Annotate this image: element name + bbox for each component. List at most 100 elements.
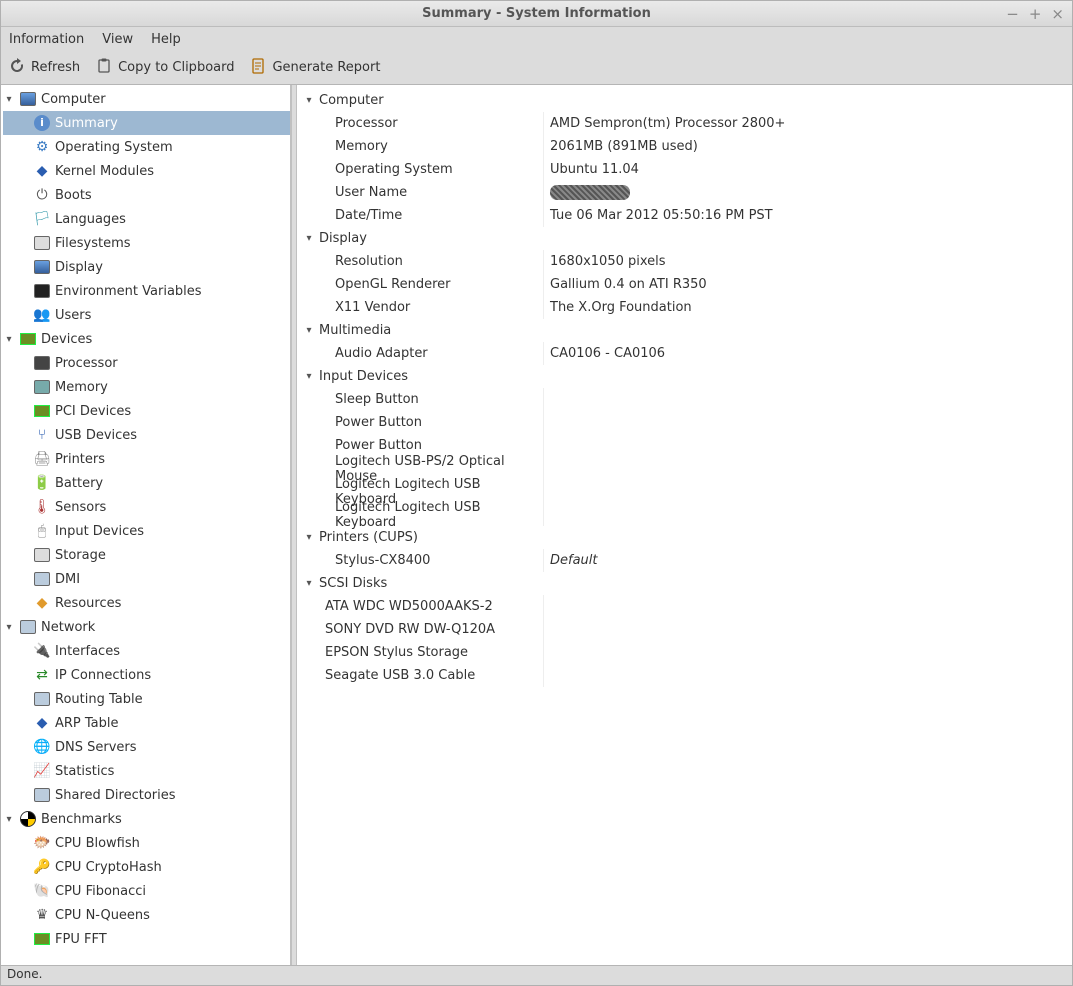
tree-item-statistics[interactable]: 📈Statistics <box>3 759 290 783</box>
tree-item-pci-devices[interactable]: PCI Devices <box>3 399 290 423</box>
section-header[interactable]: ▾Multimedia <box>303 319 1068 342</box>
property-value <box>543 434 1068 457</box>
tree-item-storage[interactable]: Storage <box>3 543 290 567</box>
tree-item-ip-connections[interactable]: ⇄IP Connections <box>3 663 290 687</box>
tree-item-label: Computer <box>41 92 106 107</box>
tree-item-cpu-n-queens[interactable]: ♛CPU N-Queens <box>3 903 290 927</box>
expand-arrow-icon[interactable]: ▾ <box>303 532 315 543</box>
expand-arrow-icon[interactable]: ▾ <box>3 622 15 633</box>
property-row[interactable]: X11 VendorThe X.Org Foundation <box>303 296 1068 319</box>
property-key: Stylus-CX8400 <box>303 553 543 568</box>
property-key: Logitech Logitech USB Keyboard <box>303 500 543 530</box>
sidebar[interactable]: ▾ Computer iSummary⚙Operating System◆Kerne… <box>1 85 291 965</box>
tree-item-interfaces[interactable]: 🔌Interfaces <box>3 639 290 663</box>
tree-item-boots[interactable]: ⏻Boots <box>3 183 290 207</box>
battery-icon: 🔋 <box>33 474 51 492</box>
tree-item-processor[interactable]: Processor <box>3 351 290 375</box>
refresh-button[interactable]: Refresh <box>9 58 80 78</box>
expand-arrow-icon[interactable]: ▾ <box>3 814 15 825</box>
tree-item-users[interactable]: 👥Users <box>3 303 290 327</box>
tree-item-input-devices[interactable]: 🖱Input Devices <box>3 519 290 543</box>
property-row[interactable]: User Name <box>303 181 1068 204</box>
expand-arrow-icon[interactable]: ▾ <box>303 371 315 382</box>
section-header[interactable]: ▾Computer <box>303 89 1068 112</box>
menu-information[interactable]: Information <box>9 32 84 47</box>
section-header[interactable]: ▾SCSI Disks <box>303 572 1068 595</box>
expand-arrow-icon[interactable]: ▾ <box>303 325 315 336</box>
tree-item-label: PCI Devices <box>55 404 131 419</box>
section-header[interactable]: ▾Display <box>303 227 1068 250</box>
tree-item-kernel-modules[interactable]: ◆Kernel Modules <box>3 159 290 183</box>
property-value: Gallium 0.4 on ATI R350 <box>543 273 1068 296</box>
tree-item-arp-table[interactable]: ◆ARP Table <box>3 711 290 735</box>
tree-item-label: DNS Servers <box>55 740 137 755</box>
section-header[interactable]: ▾Input Devices <box>303 365 1068 388</box>
property-key: Power Button <box>303 438 543 453</box>
tree-item-label: Memory <box>55 380 108 395</box>
tree-item-fpu-fft[interactable]: FPU FFT <box>3 927 290 951</box>
tree-item-label: Interfaces <box>55 644 120 659</box>
property-row[interactable]: SONY DVD RW DW-Q120A <box>303 618 1068 641</box>
property-row[interactable]: ATA WDC WD5000AAKS-2 <box>303 595 1068 618</box>
benchmarks-icon <box>19 810 37 828</box>
tree-item-environment-variables[interactable]: Environment Variables <box>3 279 290 303</box>
tree-item-operating-system[interactable]: ⚙Operating System <box>3 135 290 159</box>
tree-item-resources[interactable]: ◆Resources <box>3 591 290 615</box>
section-header[interactable]: ▾Printers (CUPS) <box>303 526 1068 549</box>
property-key: Sleep Button <box>303 392 543 407</box>
tree-item-memory[interactable]: Memory <box>3 375 290 399</box>
copy-button[interactable]: Copy to Clipboard <box>96 58 234 78</box>
tree-item-dns-servers[interactable]: 🌐DNS Servers <box>3 735 290 759</box>
stats-icon: 📈 <box>33 762 51 780</box>
tree-item-shared-directories[interactable]: Shared Directories <box>3 783 290 807</box>
property-row[interactable]: Operating SystemUbuntu 11.04 <box>303 158 1068 181</box>
tree-item-cpu-fibonacci[interactable]: 🐚CPU Fibonacci <box>3 879 290 903</box>
tree-item-display[interactable]: Display <box>3 255 290 279</box>
expand-arrow-icon[interactable]: ▾ <box>303 578 315 589</box>
tree-item-filesystems[interactable]: Filesystems <box>3 231 290 255</box>
property-row[interactable]: Stylus-CX8400Default <box>303 549 1068 572</box>
tree-item-cpu-blowfish[interactable]: 🐡CPU Blowfish <box>3 831 290 855</box>
property-row[interactable]: EPSON Stylus Storage <box>303 641 1068 664</box>
tree-item-dmi[interactable]: DMI <box>3 567 290 591</box>
property-row[interactable]: Resolution1680x1050 pixels <box>303 250 1068 273</box>
tree-item-computer[interactable]: ▾ Computer <box>3 87 290 111</box>
property-row[interactable]: Sleep Button <box>303 388 1068 411</box>
minimize-icon[interactable]: − <box>1006 5 1019 23</box>
menu-view[interactable]: View <box>102 32 133 47</box>
property-row[interactable]: ProcessorAMD Sempron(tm) Processor 2800+ <box>303 112 1068 135</box>
tree-item-printers[interactable]: 🖨Printers <box>3 447 290 471</box>
expand-arrow-icon[interactable]: ▾ <box>303 233 315 244</box>
tree-item-languages[interactable]: 🏳Languages <box>3 207 290 231</box>
tree-item-label: Network <box>41 620 95 635</box>
tree-item-devices[interactable]: ▾Devices <box>3 327 290 351</box>
property-row[interactable]: Power Button <box>303 411 1068 434</box>
tree-item-summary[interactable]: iSummary <box>3 111 290 135</box>
expand-arrow-icon[interactable]: ▾ <box>3 334 15 345</box>
property-row[interactable]: Logitech Logitech USB Keyboard <box>303 503 1068 526</box>
menu-help[interactable]: Help <box>151 32 181 47</box>
property-row[interactable]: Date/TimeTue 06 Mar 2012 05:50:16 PM PST <box>303 204 1068 227</box>
tree-item-network[interactable]: ▾ Network <box>3 615 290 639</box>
tree-item-usb-devices[interactable]: ⑂USB Devices <box>3 423 290 447</box>
tree-item-battery[interactable]: 🔋Battery <box>3 471 290 495</box>
tree-item-benchmarks[interactable]: ▾Benchmarks <box>3 807 290 831</box>
close-icon[interactable]: × <box>1051 5 1064 23</box>
property-row[interactable]: Audio AdapterCA0106 - CA0106 <box>303 342 1068 365</box>
property-row[interactable]: Memory2061MB (891MB used) <box>303 135 1068 158</box>
tree-item-label: Printers <box>55 452 105 467</box>
tree-item-routing-table[interactable]: Routing Table <box>3 687 290 711</box>
property-value: Ubuntu 11.04 <box>543 158 1068 181</box>
expand-arrow-icon[interactable]: ▾ <box>303 95 315 106</box>
tree-item-label: Sensors <box>55 500 106 515</box>
tree-item-sensors[interactable]: 🌡Sensors <box>3 495 290 519</box>
property-row[interactable]: OpenGL RendererGallium 0.4 on ATI R350 <box>303 273 1068 296</box>
maximize-icon[interactable]: + <box>1029 5 1042 23</box>
tree-item-cpu-cryptohash[interactable]: 🔑CPU CryptoHash <box>3 855 290 879</box>
property-row[interactable]: Seagate USB 3.0 Cable <box>303 664 1068 687</box>
tree-item-label: Filesystems <box>55 236 131 251</box>
expand-arrow-icon[interactable]: ▾ <box>3 94 15 105</box>
detail-pane[interactable]: ▾ComputerProcessorAMD Sempron(tm) Proces… <box>297 85 1072 965</box>
titlebar: Summary - System Information − + × <box>1 1 1072 27</box>
report-button[interactable]: Generate Report <box>250 58 380 78</box>
